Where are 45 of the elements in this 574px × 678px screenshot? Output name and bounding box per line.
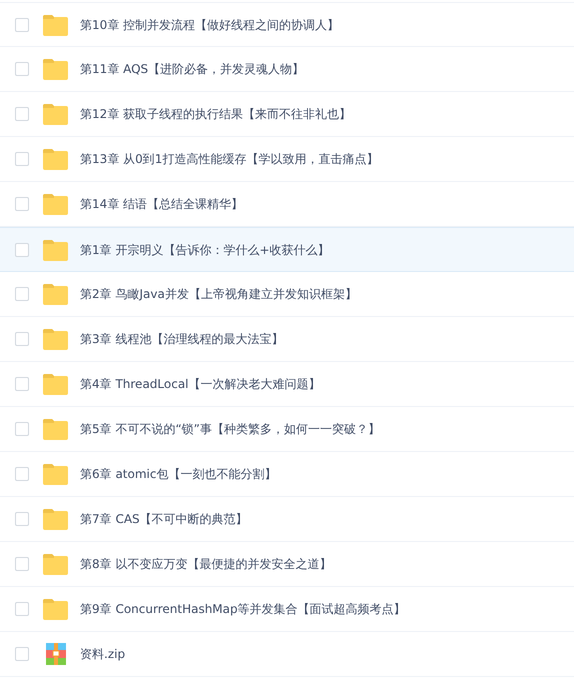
checkbox[interactable] xyxy=(15,62,29,76)
folder-icon xyxy=(42,58,69,80)
file-name[interactable]: 第14章 结语【总结全课精华】 xyxy=(80,195,244,213)
checkbox[interactable] xyxy=(15,287,29,301)
file-name[interactable]: 第1章 开宗明义【告诉你：学什么+收获什么】 xyxy=(80,240,330,258)
folder-icon xyxy=(42,508,69,530)
file-name[interactable]: 第5章 不可不说的“锁”事【种类繁多，如何一一突破？】 xyxy=(80,420,380,438)
checkbox[interactable] xyxy=(15,467,29,481)
file-name[interactable]: 第13章 从0到1打造高性能缓存【学以致用，直击痛点】 xyxy=(80,150,378,168)
folder-icon xyxy=(42,418,69,440)
folder-icon xyxy=(42,103,69,125)
checkbox[interactable] xyxy=(15,332,29,346)
file-name[interactable]: 第11章 AQS【进阶必备，并发灵魂人物】 xyxy=(80,60,304,78)
checkbox[interactable] xyxy=(15,242,29,256)
checkbox[interactable] xyxy=(15,377,29,391)
checkbox[interactable] xyxy=(15,18,29,32)
file-name[interactable]: 第3章 线程池【治理线程的最大法宝】 xyxy=(80,330,284,348)
folder-icon xyxy=(42,283,69,305)
folder-icon xyxy=(42,193,69,215)
folder-icon xyxy=(42,238,69,260)
file-name[interactable]: 第7章 CAS【不可中断的典范】 xyxy=(80,510,248,528)
file-name[interactable]: 第8章 以不变应万变【最便捷的并发安全之道】 xyxy=(80,555,332,573)
folder-icon xyxy=(42,328,69,350)
file-name[interactable]: 第4章 ThreadLocal【一次解决老大难问题】 xyxy=(80,375,321,393)
file-name[interactable]: 第9章 ConcurrentHashMap等并发集合【面试超高频考点】 xyxy=(80,600,406,618)
checkbox[interactable] xyxy=(15,512,29,526)
file-name[interactable]: 第6章 atomic包【一刻也不能分割】 xyxy=(80,465,276,483)
checkbox[interactable] xyxy=(15,647,29,661)
checkbox[interactable] xyxy=(15,152,29,166)
folder-icon xyxy=(42,553,69,575)
checkbox[interactable] xyxy=(15,602,29,616)
checkbox[interactable] xyxy=(15,422,29,436)
folder-icon xyxy=(42,148,69,170)
folder-icon xyxy=(42,373,69,395)
folder-icon xyxy=(42,598,69,620)
folder-icon xyxy=(42,463,69,485)
file-name[interactable]: 资料.zip xyxy=(80,645,126,663)
checkbox[interactable] xyxy=(15,197,29,211)
file-name[interactable]: 第10章 控制并发流程【做好线程之间的协调人】 xyxy=(80,16,340,34)
folder-icon xyxy=(42,14,69,36)
file-row[interactable]: 第1章 开宗明义【告诉你：学什么+收获什么】 xyxy=(0,227,574,272)
checkbox[interactable] xyxy=(15,107,29,121)
checkbox[interactable] xyxy=(15,557,29,571)
file-name[interactable]: 第2章 鸟瞰Java并发【上帝视角建立并发知识框架】 xyxy=(80,285,357,303)
file-name[interactable]: 第12章 获取子线程的执行结果【来而不往非礼也】 xyxy=(80,105,352,123)
